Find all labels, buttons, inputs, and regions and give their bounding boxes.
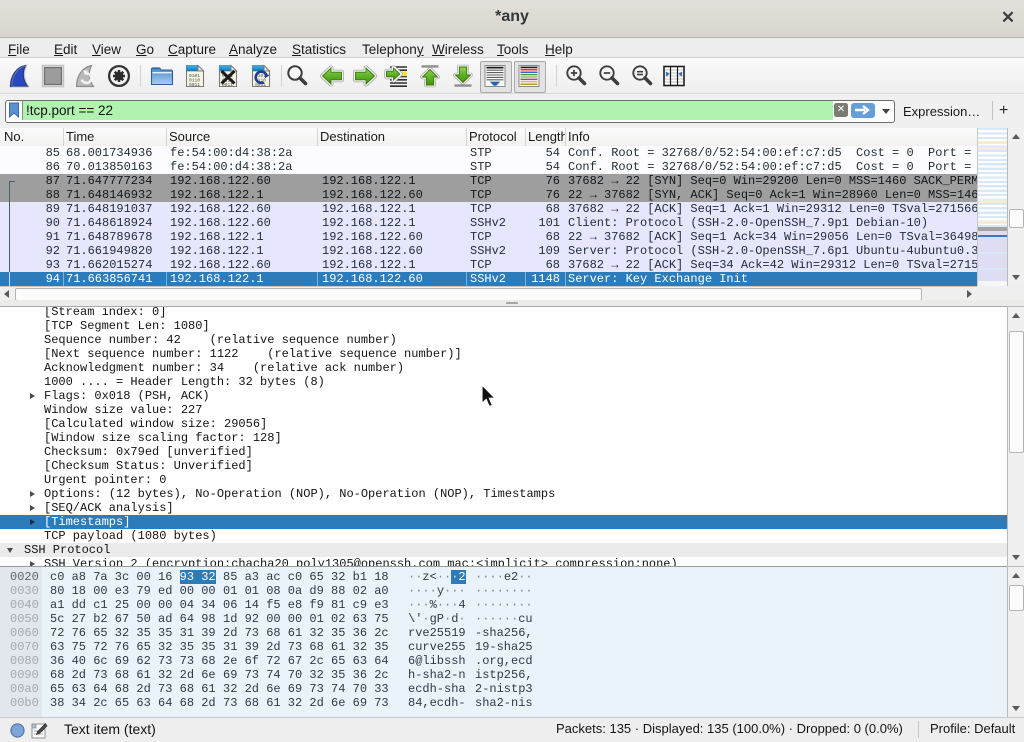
svg-text:0011: 0011 <box>189 82 200 88</box>
